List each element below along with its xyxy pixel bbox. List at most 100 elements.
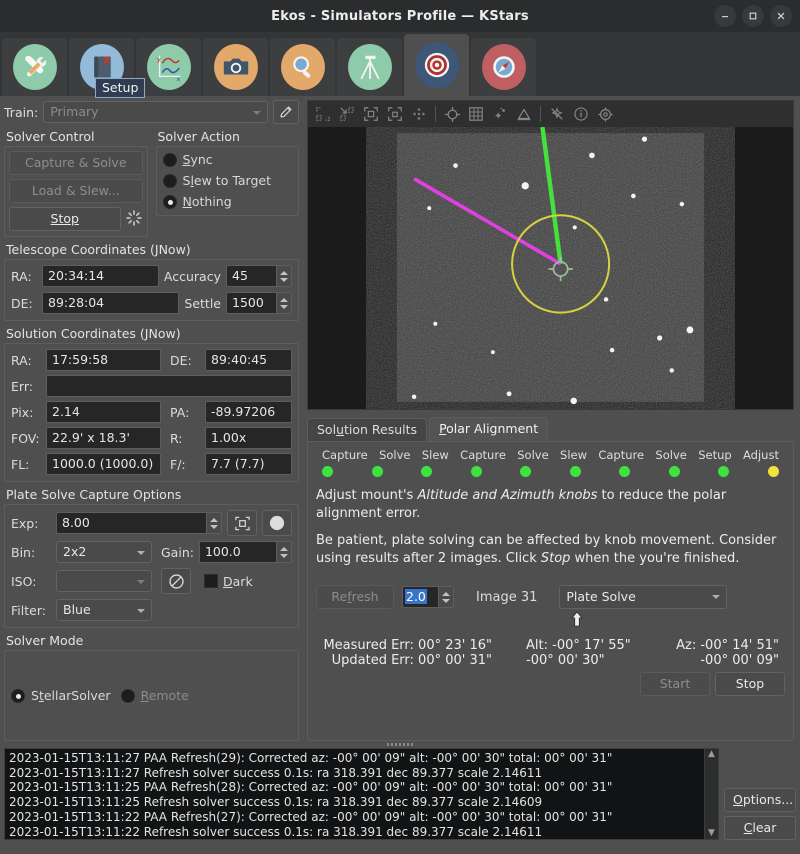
filter-select[interactable]: Blue (56, 599, 152, 621)
paa-step-led (768, 466, 779, 477)
radio-slew-to-target[interactable]: Slew to Target (163, 173, 293, 188)
module-tab-analyze[interactable]: y x (136, 38, 201, 96)
log-clear-button[interactable]: Clear (724, 816, 796, 840)
iso-select[interactable] (56, 570, 152, 592)
solution-r-value: 1.00x (205, 427, 292, 449)
refresh-seconds-value[interactable]: 2.0 (402, 586, 438, 608)
telescope-ra-value[interactable]: 20:34:14 (42, 265, 159, 287)
paa-action-buttons: Start Stop (316, 672, 785, 696)
refresh-button[interactable]: Refresh (316, 585, 394, 609)
stars-icon[interactable] (489, 103, 511, 125)
capture-options-group: Exp: 8.00 (4, 504, 299, 628)
splitter-grip[interactable] (387, 743, 413, 746)
tab-solution-results[interactable]: Solution Results (307, 418, 427, 441)
log-splitter[interactable] (0, 741, 800, 748)
log-output[interactable]: 2023-01-15T13:11:27 PAA Refresh(29): Cor… (4, 748, 719, 840)
settle-stepper[interactable]: 1500 (226, 292, 292, 314)
grid-icon[interactable] (465, 103, 487, 125)
paa-step-label: Capture (460, 448, 506, 462)
paa-start-button[interactable]: Start (640, 672, 710, 696)
gain-value[interactable]: 100.0 (199, 541, 276, 563)
info-icon[interactable] (570, 103, 592, 125)
solver-action-group: SSyncync Slew to Target Nothing (156, 146, 300, 216)
zoom-default-icon[interactable] (384, 103, 406, 125)
paa-step-label: Slew (422, 448, 449, 462)
paa-mode-select[interactable]: Plate Solve (559, 585, 727, 609)
radio-stellarsolver[interactable]: StellarSolver (11, 688, 111, 703)
accuracy-value[interactable]: 45 (226, 265, 276, 287)
paa-step-led (471, 466, 482, 477)
tab-polar-alignment[interactable]: Polar Alignment (429, 417, 548, 441)
scroll-down-icon[interactable]: ▼ (708, 829, 715, 838)
train-row: Train: Primary (4, 100, 299, 124)
radio-dot (163, 153, 177, 167)
module-tab-setup[interactable] (2, 38, 67, 96)
maximize-icon[interactable] (742, 5, 764, 27)
image-viewer (307, 100, 794, 410)
log-line: 2023-01-15T13:11:27 PAA Refresh(29): Cor… (9, 751, 700, 766)
preview-eye-icon[interactable] (262, 510, 292, 536)
gain-stepper[interactable]: 100.0 (199, 541, 292, 563)
stepper-arrows[interactable] (276, 292, 292, 314)
load-slew-button[interactable]: Load & Slew... (9, 179, 143, 203)
stepper-arrows[interactable] (276, 265, 292, 287)
settle-label: Settle (184, 296, 221, 311)
accuracy-stepper[interactable]: 45 (226, 265, 292, 287)
module-tab-scheduler[interactable]: Setup (69, 38, 134, 96)
close-icon[interactable] (770, 5, 792, 27)
module-tab-mount[interactable] (337, 38, 402, 96)
refresh-seconds-stepper[interactable]: 2.0 (402, 586, 454, 608)
radio-dot (163, 195, 177, 209)
zoom-in-icon[interactable] (336, 103, 358, 125)
radio-sync[interactable]: SSyncync (163, 152, 293, 167)
radio-remote[interactable]: Remote (121, 688, 189, 703)
pencil-icon[interactable] (273, 100, 299, 124)
dark-library-icon[interactable] (161, 568, 191, 594)
log-options-button[interactable]: Options... (724, 788, 796, 812)
no-stars-icon[interactable] (546, 103, 568, 125)
paa-step-label: Adjust (743, 448, 779, 462)
kstars-ekos-window: Ekos - Simulators Profile — KStars (0, 0, 800, 854)
log-scrollbar[interactable]: ▲ ▼ (704, 749, 718, 839)
module-tab-capture[interactable] (203, 38, 268, 96)
module-tab-focus[interactable] (270, 38, 335, 96)
paa-step-labels: Capture Solve Slew Capture Solve Slew Ca… (316, 448, 785, 462)
module-tab-guide[interactable] (471, 38, 536, 96)
train-select[interactable]: Primary (43, 101, 268, 123)
zoom-out-icon[interactable] (312, 103, 334, 125)
magnifier-icon (281, 44, 325, 90)
paa-step-label: Slew (560, 448, 587, 462)
target-icon[interactable] (594, 103, 616, 125)
capture-options-title: Plate Solve Capture Options (6, 487, 299, 502)
exp-value[interactable]: 8.00 (56, 512, 206, 534)
exp-stepper[interactable]: 8.00 (56, 512, 222, 534)
radio-nothing[interactable]: Nothing (163, 194, 293, 209)
crosshair-icon[interactable] (441, 103, 463, 125)
frame-select-icon[interactable] (227, 510, 257, 536)
stepper-arrows[interactable] (206, 512, 222, 534)
settle-value[interactable]: 1500 (226, 292, 276, 314)
histogram-icon[interactable] (513, 103, 535, 125)
stepper-arrows[interactable] (276, 541, 292, 563)
module-tab-align[interactable] (404, 34, 469, 96)
polar-alignment-panel: Capture Solve Slew Capture Solve Slew Ca… (307, 441, 794, 741)
zoom-fit-icon[interactable] (360, 103, 382, 125)
star-field-preview[interactable] (308, 127, 793, 409)
paa-step-led (372, 466, 383, 477)
paa-stop-button[interactable]: Stop (715, 672, 785, 696)
capture-solve-button[interactable]: Capture & Solve (9, 151, 143, 175)
align-display-pane: Solution Results Polar Alignment Capture… (305, 96, 800, 741)
pan-icon[interactable] (408, 103, 430, 125)
filter-value: Blue (63, 602, 91, 617)
log-line: 2023-01-15T13:11:27 Refresh solver succe… (9, 766, 700, 781)
telescope-de-value[interactable]: 89:28:04 (42, 292, 179, 314)
bin-select[interactable]: 2x2 (56, 541, 152, 563)
scroll-up-icon[interactable]: ▲ (708, 750, 715, 759)
minimize-icon[interactable] (714, 5, 736, 27)
log-line: 2023-01-15T13:11:22 PAA Refresh(27): Cor… (9, 810, 700, 825)
solution-de-label: DE: (170, 353, 200, 368)
stop-button[interactable]: Stop (9, 207, 121, 231)
dark-checkbox[interactable] (204, 574, 218, 588)
stepper-arrows[interactable] (438, 586, 454, 608)
paa-step-label: Setup (698, 448, 731, 462)
